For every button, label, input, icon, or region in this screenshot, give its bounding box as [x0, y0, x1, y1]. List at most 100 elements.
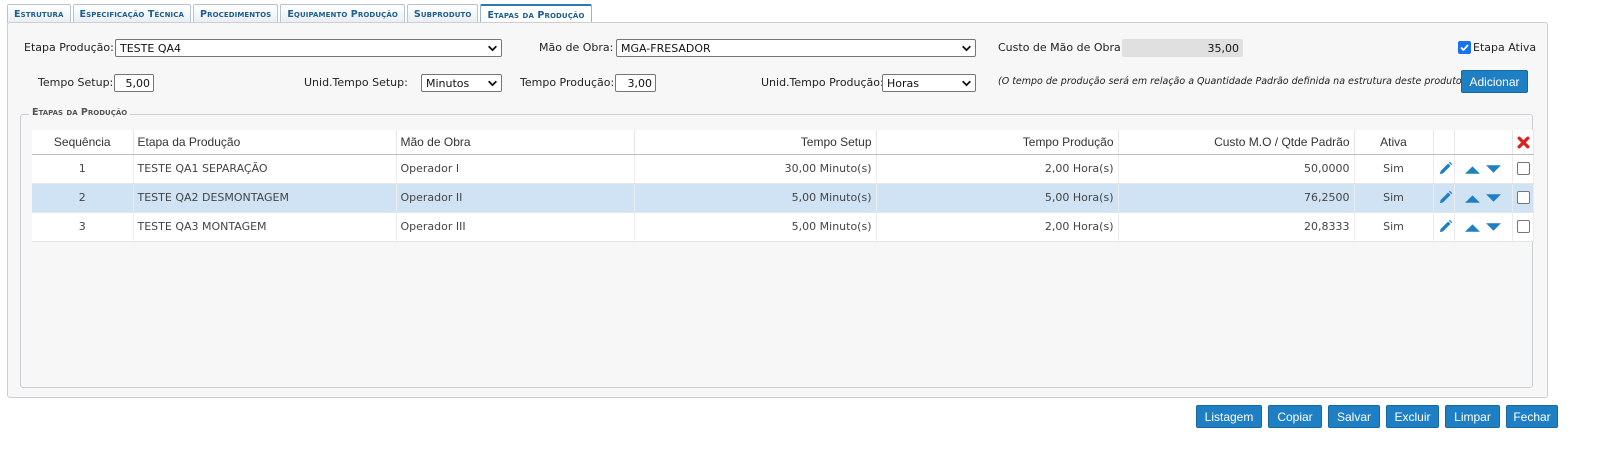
table-header-row: Sequência Etapa da Produção Mão de Obra … — [32, 130, 1534, 155]
row-checkbox[interactable] — [1516, 220, 1530, 234]
unid-tempo-setup-select[interactable]: Minutos — [421, 74, 502, 92]
cell-select — [1512, 154, 1534, 184]
mao-de-obra-label: Mão de Obra: — [539, 41, 614, 54]
cell-ativa: Sim — [1354, 212, 1434, 242]
table-row[interactable]: 1 TESTE QA1 SEPARAÇÃO Operador I 30,00 M… — [32, 154, 1534, 184]
tab-procedimentos[interactable]: Procedimentos — [193, 4, 279, 23]
tempo-producao-note: (O tempo de produção será em relação a Q… — [998, 76, 1466, 87]
col-tempo-setup[interactable]: Tempo Setup — [634, 130, 877, 155]
listagem-button[interactable]: Listagem — [1196, 405, 1262, 428]
col-order — [1454, 130, 1513, 155]
tempo-producao-label: Tempo Produção: — [520, 76, 615, 89]
cell-sequencia: 2 — [32, 183, 134, 213]
arrow-up-icon[interactable] — [1464, 222, 1481, 233]
tab-subproduto[interactable]: Subproduto — [406, 4, 479, 23]
unid-tempo-setup-label: Unid.Tempo Setup: — [304, 76, 408, 89]
unid-tempo-producao-label: Unid.Tempo Produção: — [761, 76, 884, 89]
cell-custo: 20,8333 — [1118, 212, 1355, 242]
col-tempo-producao[interactable]: Tempo Produção — [876, 130, 1119, 155]
custo-mao-de-obra-field: 35,00 — [1122, 39, 1243, 57]
cell-order — [1454, 154, 1513, 184]
cell-edit — [1433, 183, 1455, 213]
chevron-down-icon — [962, 80, 971, 87]
table-row[interactable]: 3 TESTE QA3 MONTAGEM Operador III 5,00 M… — [32, 212, 1534, 242]
copiar-button[interactable]: Copiar — [1268, 405, 1322, 428]
etapa-ativa-checkbox[interactable] — [1458, 41, 1471, 54]
etapa-producao-label: Etapa Produção: — [24, 41, 114, 54]
etapas-legend: Etapas da Produção — [29, 107, 131, 118]
col-custo-mo[interactable]: Custo M.O / Qtde Padrão — [1118, 130, 1355, 155]
pencil-icon[interactable] — [1438, 190, 1453, 205]
row-checkbox[interactable] — [1516, 191, 1530, 205]
cell-order — [1454, 212, 1513, 242]
arrow-down-icon[interactable] — [1485, 222, 1502, 233]
cell-tempo-producao: 5,00 Hora(s) — [876, 183, 1119, 213]
cell-tempo-setup: 30,00 Minuto(s) — [634, 154, 877, 184]
custo-mao-de-obra-label: Custo de Mão de Obra: — [998, 41, 1125, 54]
etapa-ativa-label: Etapa Ativa — [1473, 41, 1537, 54]
chevron-down-icon — [488, 45, 497, 52]
red-x-icon[interactable] — [1517, 136, 1530, 149]
chevron-down-icon — [962, 45, 971, 52]
cell-etapa: TESTE QA3 MONTAGEM — [133, 212, 397, 242]
unid-tempo-setup-value: Minutos — [426, 76, 470, 90]
cell-custo: 50,0000 — [1118, 154, 1355, 184]
cell-select — [1512, 183, 1534, 213]
etapa-producao-select[interactable]: TESTE QA4 — [115, 39, 502, 57]
tab-equipamento-producao[interactable]: Equipamento Produção — [280, 4, 405, 23]
tab-bar: Estrutura Especificação Técnica Procedim… — [7, 4, 594, 24]
tempo-producao-input[interactable]: 3,00 — [615, 74, 656, 92]
pencil-icon[interactable] — [1438, 219, 1453, 234]
col-etapa-producao[interactable]: Etapa da Produção — [133, 130, 397, 155]
table-row[interactable]: 2 TESTE QA2 DESMONTAGEM Operador II 5,00… — [32, 183, 1534, 213]
unid-tempo-producao-select[interactable]: Horas — [882, 74, 976, 92]
mao-de-obra-select[interactable]: MGA-FRESADOR — [616, 39, 976, 57]
cell-ativa: Sim — [1354, 154, 1434, 184]
tab-especificacao-tecnica[interactable]: Especificação Técnica — [72, 4, 192, 23]
tempo-setup-value: 5,00 — [125, 76, 151, 90]
cell-etapa: TESTE QA1 SEPARAÇÃO — [133, 154, 397, 184]
cell-sequencia: 3 — [32, 212, 134, 242]
cell-edit — [1433, 154, 1455, 184]
tempo-setup-label: Tempo Setup: — [38, 76, 114, 89]
cell-select — [1512, 212, 1534, 242]
check-icon — [1460, 44, 1469, 52]
cell-tempo-producao: 2,00 Hora(s) — [876, 154, 1119, 184]
cell-ativa: Sim — [1354, 183, 1434, 213]
cell-mao-de-obra: Operador I — [396, 154, 635, 184]
etapas-fieldset: Etapas da Produção Sequência Etapa da Pr… — [20, 107, 1534, 388]
fechar-button[interactable]: Fechar — [1506, 405, 1558, 428]
adicionar-button[interactable]: Adicionar — [1461, 70, 1528, 93]
arrow-down-icon[interactable] — [1485, 193, 1502, 204]
arrow-down-icon[interactable] — [1485, 164, 1502, 175]
cell-custo: 76,2500 — [1118, 183, 1355, 213]
cell-edit — [1433, 212, 1455, 242]
tempo-setup-input[interactable]: 5,00 — [114, 74, 154, 92]
custo-mao-de-obra-value: 35,00 — [1207, 41, 1240, 55]
tab-estrutura[interactable]: Estrutura — [7, 4, 71, 23]
arrow-up-icon[interactable] — [1464, 193, 1481, 204]
cell-tempo-producao: 2,00 Hora(s) — [876, 212, 1119, 242]
unid-tempo-producao-value: Horas — [887, 76, 919, 90]
cell-order — [1454, 183, 1513, 213]
pencil-icon[interactable] — [1438, 161, 1453, 176]
cell-mao-de-obra: Operador II — [396, 183, 635, 213]
col-mao-de-obra[interactable]: Mão de Obra — [396, 130, 635, 155]
etapa-producao-value: TESTE QA4 — [120, 41, 181, 55]
tab-etapas-da-producao[interactable]: Etapas da Produção — [480, 4, 592, 24]
arrow-up-icon[interactable] — [1464, 164, 1481, 175]
mao-de-obra-value: MGA-FRESADOR — [621, 41, 711, 55]
excluir-button[interactable]: Excluir — [1386, 405, 1439, 428]
etapas-table: Sequência Etapa da Produção Mão de Obra … — [32, 130, 1534, 242]
col-sequencia[interactable]: Sequência — [32, 130, 134, 155]
cell-sequencia: 1 — [32, 154, 134, 184]
cell-tempo-setup: 5,00 Minuto(s) — [634, 183, 877, 213]
row-checkbox[interactable] — [1516, 162, 1530, 176]
cell-tempo-setup: 5,00 Minuto(s) — [634, 212, 877, 242]
salvar-button[interactable]: Salvar — [1328, 405, 1380, 428]
limpar-button[interactable]: Limpar — [1445, 405, 1500, 428]
col-ativa[interactable]: Ativa — [1354, 130, 1434, 155]
col-delete-all[interactable] — [1512, 130, 1534, 155]
cell-etapa: TESTE QA2 DESMONTAGEM — [133, 183, 397, 213]
chevron-down-icon — [488, 80, 497, 87]
